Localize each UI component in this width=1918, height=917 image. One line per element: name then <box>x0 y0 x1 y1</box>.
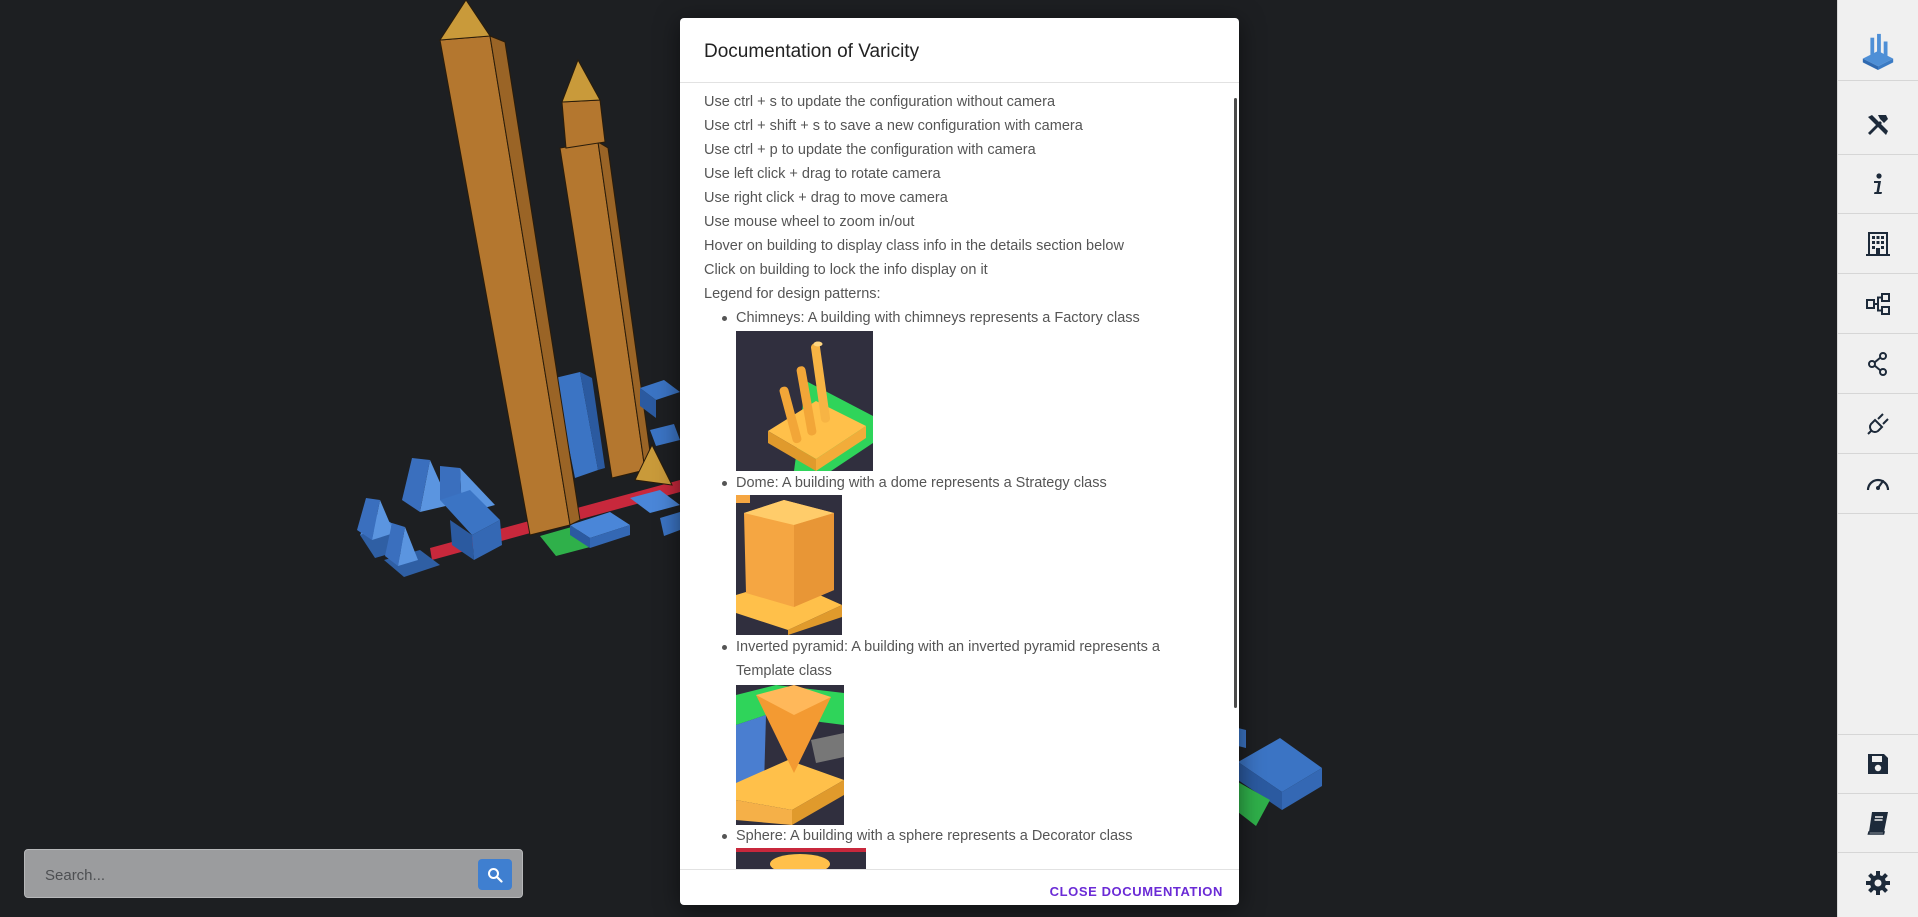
sphere-example-image <box>736 848 866 869</box>
varicity-logo-button[interactable] <box>1838 22 1918 81</box>
doc-line: Use right click + drag to move camera <box>704 190 948 206</box>
doc-line: Click on building to lock the info displ… <box>704 262 988 278</box>
plug-icon <box>1867 413 1889 435</box>
documentation-button[interactable] <box>1838 794 1918 853</box>
bullet-icon <box>722 481 727 486</box>
tools-icon <box>1868 115 1888 135</box>
info-button[interactable] <box>1838 155 1918 214</box>
dialog-scrollbar[interactable] <box>1234 98 1237 708</box>
plug-button[interactable] <box>1838 395 1918 454</box>
hierarchy-button[interactable] <box>1838 275 1918 334</box>
doc-line: Use left click + drag to rotate camera <box>704 166 941 182</box>
building-button[interactable] <box>1838 215 1918 274</box>
bullet-icon <box>722 645 727 650</box>
documentation-dialog: Documentation of Varicity Use ctrl + s t… <box>680 18 1239 905</box>
info-icon <box>1874 173 1882 194</box>
doc-line: Use mouse wheel to zoom in/out <box>704 214 915 230</box>
right-toolbar <box>1837 0 1918 917</box>
doc-line: Use ctrl + shift + s to save a new confi… <box>704 118 1083 134</box>
settings-button[interactable] <box>1838 854 1918 912</box>
inverted-pyramid-example-image <box>736 685 844 825</box>
pattern-inverted-pyramid-text-line2: Template class <box>736 663 832 679</box>
pattern-inverted-pyramid-text-line1: Inverted pyramid: A building with an inv… <box>736 639 1160 655</box>
share-button[interactable] <box>1838 335 1918 394</box>
save-button[interactable] <box>1838 734 1918 794</box>
pattern-sphere-text: Sphere: A building with a sphere represe… <box>736 828 1133 844</box>
dialog-content[interactable]: Use ctrl + s to update the configuration… <box>680 83 1239 869</box>
share-icon <box>1868 352 1887 376</box>
speedometer-icon <box>1866 478 1890 491</box>
building-orange-tall-1 <box>439 0 581 536</box>
tools-button[interactable] <box>1838 96 1918 155</box>
search-input[interactable] <box>35 859 487 891</box>
doc-line: Use ctrl + s to update the configuration… <box>704 94 1056 110</box>
dome-example-image <box>736 495 842 635</box>
settings-icon <box>1866 871 1890 895</box>
doc-line: Use ctrl + p to update the configuration… <box>704 142 1036 158</box>
bullet-icon <box>722 834 727 839</box>
varicity-logo-icon <box>1862 33 1894 70</box>
building-cluster-left <box>357 458 630 577</box>
search-button[interactable] <box>478 859 512 890</box>
building-icon <box>1866 232 1890 256</box>
save-icon <box>1868 754 1888 774</box>
divider <box>680 869 1239 870</box>
building-blue-right <box>1238 728 1322 826</box>
bullet-icon <box>722 316 727 321</box>
book-icon <box>1867 812 1888 835</box>
doc-line: Legend for design patterns: <box>704 286 881 302</box>
speedometer-button[interactable] <box>1838 455 1918 514</box>
hierarchy-icon <box>1866 293 1890 315</box>
chimneys-example-image <box>736 331 873 471</box>
search-bar <box>24 849 523 898</box>
pattern-dome-text: Dome: A building with a dome represents … <box>736 475 1107 491</box>
dialog-title: Documentation of Varicity <box>704 41 920 62</box>
doc-line: Hover on building to display class info … <box>704 238 1124 254</box>
search-icon <box>488 867 503 883</box>
close-documentation-button[interactable]: CLOSE DOCUMENTATION <box>1050 884 1223 899</box>
pattern-chimneys-text: Chimneys: A building with chimneys repre… <box>736 310 1140 326</box>
